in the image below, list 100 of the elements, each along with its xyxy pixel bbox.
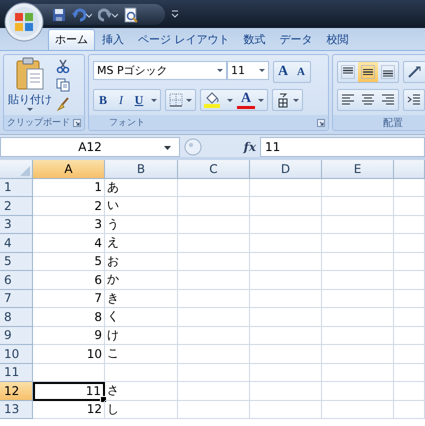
paintbrush-icon[interactable] <box>56 97 70 111</box>
italic-button[interactable]: I <box>112 90 130 110</box>
caret-icon[interactable] <box>151 98 157 102</box>
group-label: フォント <box>109 117 145 129</box>
row-header[interactable]: 4 <box>0 234 33 252</box>
table-cell <box>178 400 250 419</box>
dialog-launcher-icon[interactable] <box>73 118 81 126</box>
table-cell <box>322 308 394 326</box>
borders-icon[interactable] <box>169 93 183 107</box>
indent-icon[interactable] <box>407 93 421 107</box>
row-header[interactable]: 1 <box>0 178 33 197</box>
table-cell <box>250 364 322 382</box>
print-preview-icon[interactable] <box>124 6 138 22</box>
table-cell <box>322 345 394 364</box>
column-header[interactable]: D <box>250 160 322 178</box>
table-cell <box>250 326 322 345</box>
table-cell <box>250 382 322 400</box>
caret-icon[interactable] <box>293 98 299 102</box>
table-cell <box>178 216 250 234</box>
column-header[interactable]: B <box>105 160 178 178</box>
shrink-font-button[interactable]: A <box>292 62 310 82</box>
name-box[interactable]: A12 <box>0 137 180 157</box>
table-cell <box>250 308 322 326</box>
save-icon[interactable] <box>52 8 66 22</box>
table-cell <box>178 345 250 364</box>
caret-icon[interactable] <box>27 108 33 111</box>
customize-menu-icon[interactable] <box>170 9 180 19</box>
undo-icon[interactable] <box>72 8 92 22</box>
ribbon-tab[interactable]: ページ レイアウト <box>131 29 236 50</box>
row-header[interactable]: 2 <box>0 197 33 216</box>
ribbon-tab[interactable]: 数式 <box>236 29 272 50</box>
paste-button[interactable]: 貼り付け <box>8 57 52 113</box>
table-cell <box>250 252 322 271</box>
table-cell <box>178 178 250 197</box>
ribbon-tab[interactable]: ホーム <box>48 29 95 50</box>
caret-icon[interactable] <box>227 98 233 102</box>
align-top-icon <box>341 65 355 79</box>
table-cell <box>250 234 322 252</box>
row-header[interactable]: 12 <box>0 382 33 400</box>
table-cell: 4 <box>33 234 105 252</box>
orientation-icon[interactable] <box>407 65 423 79</box>
table-cell <box>250 400 322 419</box>
align-bottom-button[interactable] <box>378 62 398 82</box>
column-header[interactable]: A <box>33 160 105 178</box>
row-header[interactable]: 7 <box>0 290 33 308</box>
align-top-button[interactable] <box>338 62 358 82</box>
table-cell <box>250 178 322 197</box>
row-header[interactable]: 13 <box>0 400 33 419</box>
corner-triangle-icon <box>20 166 30 176</box>
table-cell <box>250 345 322 364</box>
formula-field[interactable]: 11 <box>260 137 425 157</box>
row-header[interactable]: 3 <box>0 216 33 234</box>
table-cell: 3 <box>33 216 105 234</box>
row-header[interactable]: 10 <box>0 345 33 364</box>
clipboard-icon <box>15 57 45 91</box>
table-cell <box>178 364 250 382</box>
row-header[interactable]: 9 <box>0 326 33 345</box>
insert-function-button[interactable]: fx <box>244 140 256 154</box>
underline-button[interactable]: U <box>130 90 148 110</box>
phonetic-guide-icon[interactable] <box>277 92 289 108</box>
splitter-handle-icon[interactable] <box>184 138 202 156</box>
ribbon-tab[interactable]: 校閲 <box>320 29 356 50</box>
table-cell <box>322 178 394 197</box>
dialog-launcher-icon[interactable] <box>317 118 325 126</box>
column-header[interactable]: E <box>322 160 394 178</box>
active-cell[interactable]: 11 <box>33 382 105 400</box>
scissors-icon[interactable] <box>56 59 70 73</box>
column-header[interactable]: C <box>178 160 250 178</box>
table-cell <box>178 326 250 345</box>
table-cell <box>322 271 394 290</box>
table-cell <box>322 364 394 382</box>
table-cell <box>394 400 425 419</box>
font-name-field[interactable]: MS Pゴシック <box>93 61 227 80</box>
table-cell <box>394 252 425 271</box>
caret-icon[interactable] <box>259 69 265 72</box>
table-cell <box>322 290 394 308</box>
table-cell: き <box>105 290 178 308</box>
caret-icon[interactable] <box>258 98 264 102</box>
row-header[interactable]: 11 <box>0 364 33 382</box>
font-size-field[interactable]: 11 <box>227 61 269 80</box>
ribbon-tab[interactable]: 挿入 <box>95 29 131 50</box>
table-cell <box>178 290 250 308</box>
caret-icon[interactable] <box>164 146 171 150</box>
table-cell <box>394 178 425 197</box>
table-cell <box>250 197 322 216</box>
row-header[interactable]: 5 <box>0 252 33 271</box>
table-cell <box>394 364 425 382</box>
table-cell: 7 <box>33 290 105 308</box>
redo-icon[interactable] <box>98 8 118 22</box>
grow-font-button[interactable]: A <box>274 62 292 82</box>
fill-color-icon[interactable] <box>203 92 221 108</box>
bold-button[interactable]: B <box>94 90 112 110</box>
ribbon-tab[interactable]: データ <box>272 29 320 50</box>
copy-icon[interactable] <box>56 78 70 92</box>
row-header[interactable]: 8 <box>0 308 33 326</box>
caret-icon[interactable] <box>217 69 223 72</box>
row-header[interactable]: 6 <box>0 271 33 290</box>
caret-icon[interactable] <box>186 98 192 102</box>
align-middle-button[interactable] <box>358 62 378 82</box>
table-cell: 12 <box>33 400 105 419</box>
